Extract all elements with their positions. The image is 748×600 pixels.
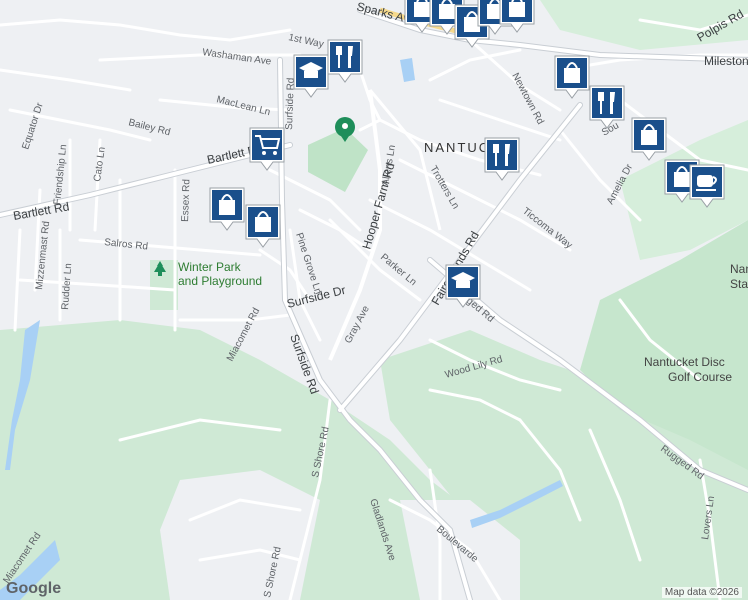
shopping-bag-icon [414, 0, 430, 17]
place-label: Winter Park [178, 260, 242, 274]
place-label: Nantucket Disc [644, 355, 725, 369]
place-label: Nan [730, 262, 748, 276]
google-logo: Google [6, 580, 62, 597]
map-canvas[interactable]: Sparks Ave 1st Way Washaman Ave MacLean … [0, 0, 748, 600]
place-label: Stat [730, 277, 748, 291]
shopping-bag-icon [509, 0, 525, 17]
place-label: and Playground [178, 274, 262, 288]
place-label: Golf Course [668, 370, 732, 384]
street-label: Essex Rd [180, 179, 192, 222]
street-label: Milestone [704, 54, 748, 68]
map-attribution[interactable]: Map data ©2026 [661, 587, 742, 598]
